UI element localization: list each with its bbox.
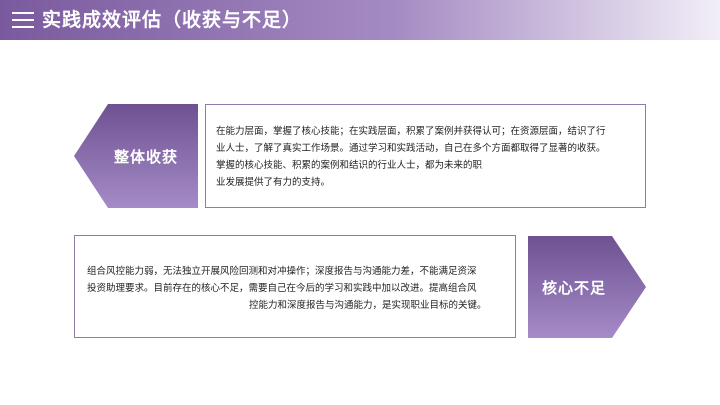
shortcomings-line: 投资助理要求。目前存在的核心不足，需要自己在今后的学习和实践中加以改进。提高组合…	[87, 283, 477, 294]
shortcomings-line: 组合风控能力弱，无法独立开展风险回测和对冲操作；深度报告与沟通能力差，不能满足资…	[87, 266, 477, 277]
gains-line: 业人士，了解了真实工作场景。通过学习和实践活动，自己在多个方面都取得了显著的收获…	[216, 143, 606, 154]
page-title: 实践成效评估（收获与不足）	[42, 9, 303, 31]
gains-label: 整体收获	[114, 148, 179, 166]
shortcomings-arrow: 核心不足	[528, 236, 646, 338]
menu-icon[interactable]	[12, 12, 34, 28]
gains-text-box: 在能力层面，掌握了核心技能；在实践层面，积累了案例并获得认可；在资源层面，结识了…	[205, 104, 646, 208]
gains-line: 掌握的核心技能、积累的案例和结识的行业人士，都为未来的职	[216, 160, 483, 171]
shortcomings-label: 核心不足	[542, 279, 607, 297]
gains-line: 业发展提供了有力的支持。	[216, 177, 331, 188]
gains-arrow: 整体收获	[74, 104, 198, 208]
shortcomings-line: 控能力和深度报告与沟通能力，是实现职业目标的关键。	[249, 300, 487, 311]
gains-line: 在能力层面，掌握了核心技能；在实践层面，积累了案例并获得认可；在资源层面，结识了…	[216, 126, 606, 137]
header-bar: 实践成效评估（收获与不足）	[0, 0, 720, 40]
shortcomings-text-box: 组合风控能力弱，无法独立开展风险回测和对冲操作；深度报告与沟通能力差，不能满足资…	[74, 235, 516, 338]
